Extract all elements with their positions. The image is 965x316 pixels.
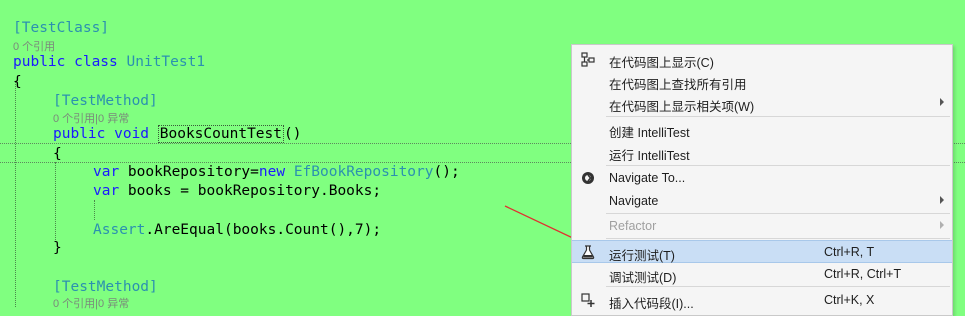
- menu-item-find-all-references-on-code-map[interactable]: 在代码图上查找所有引用: [572, 70, 952, 92]
- menu-item-label: 调试测试(D): [609, 271, 677, 285]
- context-menu: 在代码图上显示(C) 在代码图上查找所有引用 在代码图上显示相关项(W) 创建 …: [571, 44, 953, 316]
- menu-item-navigate[interactable]: Navigate: [572, 190, 952, 212]
- menu-item-shortcut: Ctrl+R, Ctrl+T: [824, 267, 902, 281]
- snippet-icon: [580, 292, 596, 308]
- menu-separator: [606, 213, 950, 214]
- menu-separator: [606, 286, 950, 287]
- submenu-arrow-icon: [940, 221, 944, 229]
- submenu-arrow-icon: [940, 196, 944, 204]
- menu-item-run-intellitest[interactable]: 运行 IntelliTest: [572, 141, 952, 163]
- menu-item-label: 运行 IntelliTest: [609, 149, 690, 163]
- menu-item-label: 在代码图上查找所有引用: [609, 78, 747, 92]
- menu-separator: [606, 238, 950, 239]
- menu-item-label: 运行测试(T): [609, 249, 675, 263]
- menu-item-create-intellitest[interactable]: 创建 IntelliTest: [572, 118, 952, 140]
- menu-item-shortcut: Ctrl+R, T: [824, 245, 875, 259]
- code-map-icon: [580, 51, 596, 67]
- menu-item-insert-snippet[interactable]: 插入代码段(I)... Ctrl+K, X: [572, 289, 952, 311]
- menu-item-run-tests[interactable]: 运行测试(T) Ctrl+R, T: [572, 240, 952, 263]
- menu-item-label: 插入代码段(I)...: [609, 297, 694, 311]
- run-test-icon: [580, 244, 596, 260]
- navigate-icon: [580, 170, 596, 186]
- menu-separator: [606, 116, 950, 117]
- menu-item-show-related-items[interactable]: 在代码图上显示相关项(W): [572, 92, 952, 114]
- menu-item-label: 在代码图上显示(C): [609, 56, 714, 70]
- menu-separator: [606, 165, 950, 166]
- menu-item-label: Refactor: [609, 219, 657, 233]
- menu-item-label: 创建 IntelliTest: [609, 126, 690, 140]
- menu-item-debug-tests[interactable]: 调试测试(D) Ctrl+R, Ctrl+T: [572, 263, 952, 285]
- menu-item-navigate-to[interactable]: Navigate To...: [572, 167, 952, 189]
- menu-item-label: Navigate: [609, 194, 659, 208]
- submenu-arrow-icon: [940, 98, 944, 106]
- menu-item-label: 在代码图上显示相关项(W): [609, 100, 755, 114]
- menu-item-show-on-code-map[interactable]: 在代码图上显示(C): [572, 48, 952, 70]
- menu-item-shortcut: Ctrl+K, X: [824, 293, 875, 307]
- menu-item-refactor: Refactor: [572, 215, 952, 237]
- menu-item-label: Navigate To...: [609, 171, 686, 185]
